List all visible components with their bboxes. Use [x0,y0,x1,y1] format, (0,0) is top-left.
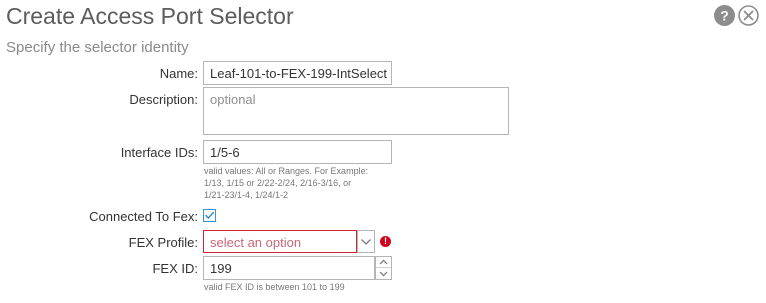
fex-id-value: 199 [210,261,232,276]
dialog-title: Create Access Port Selector [6,3,294,29]
name-input[interactable]: Leaf-101-to-FEX-199-IntSelect [203,61,392,85]
interface-ids-value: 1/5-6 [210,145,240,160]
connected-to-fex-label: Connected To Fex: [89,209,198,224]
close-icon[interactable] [738,5,759,26]
svg-text:?: ? [720,8,729,24]
fex-id-stepper[interactable] [375,256,392,280]
connected-to-fex-checkbox[interactable] [203,209,216,222]
error-icon: ! [380,236,391,247]
header-actions: ? [714,5,759,26]
fex-profile-label: FEX Profile: [128,235,198,250]
interface-ids-hint-line: valid values: All or Ranges. For Example… [204,166,369,176]
help-icon[interactable]: ? [714,5,735,26]
fex-profile-select[interactable]: select an option [203,230,357,253]
description-placeholder: optional [210,92,256,107]
interface-ids-hint-line: 1/13, 1/15 or 2/22-2/24, 2/16-3/16, or [204,178,352,188]
description-textarea[interactable]: optional [203,87,509,135]
chevron-up-icon [379,259,388,265]
interface-ids-hint-line: 1/21-23/1-4, 1/24/1-2 [204,190,289,200]
interface-ids-label: Interface IDs: [120,145,198,160]
fex-profile-placeholder: select an option [210,235,302,250]
fex-profile-dropdown-toggle[interactable] [357,230,375,253]
interface-ids-hint: valid values: All or Ranges. For Example… [204,165,368,201]
name-value: Leaf-101-to-FEX-199-IntSelect [210,66,388,81]
chevron-down-icon [379,271,388,276]
fex-id-hint: valid FEX ID is between 101 to 199 [204,282,345,292]
stepper-down-button[interactable] [376,268,391,279]
description-label: Description: [129,92,198,107]
name-label: Name: [159,66,198,81]
fex-id-label: FEX ID: [152,261,198,276]
stepper-up-button[interactable] [376,257,391,268]
fex-id-input[interactable]: 199 [203,256,375,280]
chevron-down-icon [361,239,371,245]
interface-ids-input[interactable]: 1/5-6 [203,140,392,164]
dialog-subtitle: Specify the selector identity [6,39,189,56]
checkmark-icon [205,211,214,219]
